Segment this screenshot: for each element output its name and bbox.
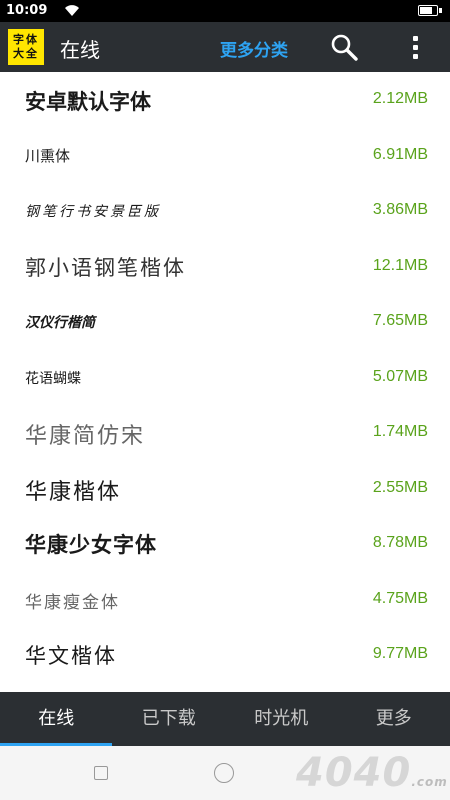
- list-item[interactable]: 钢笔行书安景臣版 3.86MB: [0, 183, 450, 239]
- tab-time-machine[interactable]: 时光机: [225, 692, 338, 746]
- more-categories-button[interactable]: 更多分类: [220, 36, 288, 61]
- font-name: 华康少女字体: [25, 533, 157, 557]
- font-file-size: 4.75MB: [372, 589, 428, 607]
- list-item[interactable]: 安卓默认字体 2.12MB: [0, 72, 450, 128]
- font-file-size: 3.86MB: [372, 201, 428, 218]
- font-file-size: 9.77MB: [372, 645, 428, 662]
- font-name: 华文楷体: [25, 644, 117, 668]
- font-file-size: 6.91MB: [372, 145, 428, 163]
- page-title: 在线: [60, 38, 100, 62]
- font-name: 汉仪行楷简: [25, 315, 95, 331]
- tab-downloaded[interactable]: 已下载: [113, 692, 226, 746]
- battery-level: [420, 7, 432, 14]
- status-bar: 10:09: [0, 0, 450, 22]
- recent-apps-icon[interactable]: [94, 766, 108, 780]
- font-file-size: 12.1MB: [372, 256, 428, 274]
- list-item[interactable]: 华康瘦金体 4.75MB: [0, 572, 450, 628]
- list-item[interactable]: 华康少女字体 8.78MB: [0, 516, 450, 572]
- font-name: 安卓默认字体: [25, 90, 151, 114]
- tab-online[interactable]: 在线: [0, 692, 113, 746]
- search-icon[interactable]: [330, 33, 358, 61]
- app-logo[interactable]: 字体 大全: [8, 29, 44, 65]
- list-item[interactable]: 花语蝴蝶 5.07MB: [0, 350, 450, 406]
- bottom-tab-bar: 在线 已下载 时光机 更多: [0, 692, 450, 746]
- font-name: 钢笔行书安景臣版: [25, 204, 161, 220]
- font-file-size: 7.65MB: [372, 312, 428, 329]
- system-nav-bar: 4040.com: [0, 746, 450, 800]
- home-icon[interactable]: [214, 763, 234, 783]
- logo-line-2: 大全: [13, 47, 39, 60]
- list-item[interactable]: 华康楷体 2.55MB: [0, 461, 450, 517]
- list-item[interactable]: 川熏体 6.91MB: [0, 128, 450, 184]
- status-time: 10:09: [6, 3, 48, 18]
- list-item[interactable]: 汉仪行楷简 7.65MB: [0, 294, 450, 350]
- list-item[interactable]: 华文楷体 9.77MB: [0, 627, 450, 683]
- font-name: 郭小语钢笔楷体: [25, 255, 186, 280]
- font-file-size: 5.07MB: [372, 367, 428, 385]
- font-name: 华康瘦金体: [25, 592, 120, 613]
- logo-line-1: 字体: [13, 33, 39, 46]
- watermark-logo: 4040.com: [296, 750, 448, 796]
- font-file-size: 2.55MB: [372, 478, 428, 496]
- watermark-text: 4040: [296, 750, 412, 796]
- list-item[interactable]: 郭小语钢笔楷体 12.1MB: [0, 239, 450, 295]
- list-item[interactable]: 华康简仿宋 1.74MB: [0, 405, 450, 461]
- font-list: 安卓默认字体 2.12MB 川熏体 6.91MB 钢笔行书安景臣版 3.86MB…: [0, 72, 450, 692]
- tab-more[interactable]: 更多: [338, 692, 450, 746]
- battery-icon: [418, 5, 442, 16]
- font-name: 花语蝴蝶: [25, 370, 81, 387]
- watermark-suffix: .com: [411, 775, 448, 789]
- overflow-menu-icon[interactable]: [404, 34, 428, 62]
- wifi-icon: [64, 3, 80, 21]
- font-file-size: 8.78MB: [372, 534, 428, 551]
- font-name: 川熏体: [25, 146, 71, 165]
- app-toolbar: 字体 大全 在线 更多分类: [0, 22, 450, 72]
- font-name: 华康简仿宋: [25, 424, 146, 449]
- font-file-size: 2.12MB: [372, 90, 428, 107]
- font-name: 华康楷体: [25, 479, 122, 505]
- font-file-size: 1.74MB: [372, 423, 428, 440]
